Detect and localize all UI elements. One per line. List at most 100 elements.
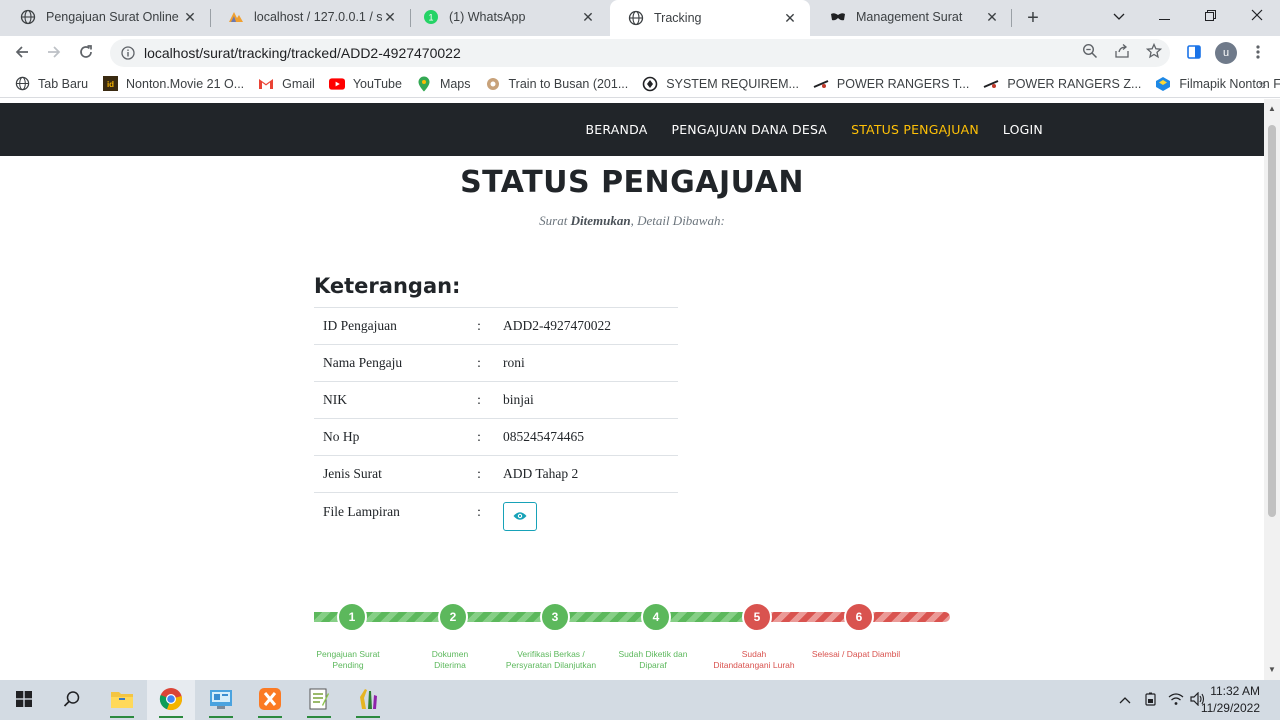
system-icon <box>642 76 658 92</box>
detail-label: Jenis Surat <box>314 455 464 493</box>
bookmark-label: SYSTEM REQUIREM... <box>666 76 799 91</box>
start-button[interactable] <box>0 680 48 720</box>
zoom-icon[interactable] <box>1081 42 1099 60</box>
battery-icon[interactable] <box>1144 692 1158 709</box>
browser-toolbar: localhost/surat/tracking/tracked/ADD2-49… <box>0 36 1280 70</box>
taskbar-sublime[interactable] <box>344 680 392 720</box>
page-title: STATUS PENGAJUAN <box>460 165 804 200</box>
close-tab-icon[interactable]: ✕ <box>984 9 1000 25</box>
nav-beranda[interactable]: BERANDA <box>586 122 648 137</box>
globe-icon <box>14 76 30 92</box>
restore-icon <box>1204 9 1216 24</box>
globe-icon <box>628 10 644 26</box>
search-icon <box>63 690 81 711</box>
tab-phpmyadmin[interactable]: localhost / 127.0.0.1 / sura ✕ <box>210 0 410 34</box>
close-tab-icon[interactable]: ✕ <box>382 9 398 25</box>
bookmark-maps[interactable]: Maps <box>416 76 471 92</box>
tab-title: (1) WhatsApp <box>449 10 526 24</box>
close-tab-icon[interactable]: ✕ <box>182 9 198 25</box>
taskbar-file-explorer[interactable] <box>98 680 146 720</box>
bookmark-power-rangers-z[interactable]: POWER RANGERS Z... <box>983 76 1141 92</box>
taskbar-xampp[interactable] <box>246 680 294 720</box>
detail-separator: : <box>464 344 494 382</box>
scroll-down-icon[interactable]: ▼ <box>1268 666 1276 674</box>
detail-value: ADD Tahap 2 <box>494 455 678 493</box>
taskbar-chrome[interactable] <box>147 680 195 720</box>
tab-search-button[interactable] <box>1096 0 1142 32</box>
close-tab-icon[interactable]: ✕ <box>580 9 596 25</box>
step-label-5: Sudah Ditandatangani Lurah <box>713 649 795 670</box>
search-button[interactable] <box>48 680 96 720</box>
bookmarks-overflow-icon[interactable]: » <box>1258 76 1266 92</box>
maps-icon <box>416 76 432 92</box>
tab-whatsapp[interactable]: 1 (1) WhatsApp ✕ <box>405 0 608 34</box>
view-file-button[interactable] <box>503 502 537 531</box>
tab-tracking[interactable]: Tracking ✕ <box>610 0 810 36</box>
bookmark-label: Maps <box>439 76 471 91</box>
bookmark-star-icon[interactable] <box>1145 42 1163 60</box>
more-vert-icon <box>1256 44 1260 63</box>
forward-button[interactable] <box>40 39 68 67</box>
pencil-app-icon <box>356 687 380 714</box>
detail-value: roni <box>494 344 678 382</box>
info-icon[interactable] <box>118 46 138 60</box>
menu-button[interactable] <box>1245 40 1271 66</box>
bookmark-youtube[interactable]: YouTube <box>328 76 402 92</box>
rangers-icon <box>813 76 829 92</box>
bookmark-tab-baru[interactable]: Tab Baru <box>14 76 88 92</box>
step-circle-2: 2 <box>438 602 468 632</box>
taskbar-notepad-plus[interactable] <box>295 680 343 720</box>
scroll-thumb[interactable] <box>1268 125 1276 517</box>
tab-pengajuan-surat-online[interactable]: Pengajuan Surat Online ✕ <box>2 0 210 34</box>
detail-label: No Hp <box>314 418 464 456</box>
subtitle-suffix: , Detail Dibawah: <box>630 213 725 228</box>
nav-login[interactable]: LOGIN <box>1003 122 1043 137</box>
table-row: ID Pengajuan : ADD2-4927470022 <box>314 307 678 345</box>
avatar: u <box>1215 42 1237 64</box>
back-button[interactable] <box>8 39 36 67</box>
control-panel-icon <box>209 688 233 713</box>
close-tab-icon[interactable]: ✕ <box>782 10 798 26</box>
close-window-button[interactable] <box>1234 0 1280 32</box>
address-bar[interactable]: localhost/surat/tracking/tracked/ADD2-49… <box>110 39 1170 67</box>
tab-management-surat[interactable]: Management Surat ✕ <box>812 0 1012 34</box>
whatsapp-icon: 1 <box>423 9 439 25</box>
reload-icon <box>78 44 94 63</box>
page-subtitle: Surat Ditemukan, Detail Dibawah: <box>0 213 1264 229</box>
bookmark-label: YouTube <box>352 76 402 91</box>
page-scrollbar[interactable]: ▲ ▼ <box>1264 99 1280 680</box>
youtube-icon <box>328 76 345 92</box>
step-circle-3: 3 <box>540 602 570 632</box>
new-tab-button[interactable]: + <box>1020 5 1046 31</box>
restore-button[interactable] <box>1187 0 1233 32</box>
bookmark-train-to-busan[interactable]: Train to Busan (201... <box>485 76 628 92</box>
system-clock[interactable]: 11:32 AM 11/29/2022 <box>1201 683 1260 717</box>
bookmark-system-requirements[interactable]: SYSTEM REQUIREM... <box>642 76 799 92</box>
table-row: Nama Pengaju : roni <box>314 344 678 382</box>
share-icon[interactable] <box>1113 42 1131 60</box>
nav-status-pengajuan[interactable]: STATUS PENGAJUAN <box>851 122 979 137</box>
minimize-icon <box>1158 9 1170 24</box>
clock-date: 11/29/2022 <box>1200 701 1260 715</box>
detail-value: ADD2-4927470022 <box>494 307 678 345</box>
bookmarks-bar: Tab Baru id Nonton.Movie 21 O... Gmail Yo… <box>0 70 1280 98</box>
profile-button[interactable]: u <box>1213 40 1239 66</box>
side-panel-icon <box>1186 44 1202 63</box>
minimize-button[interactable] <box>1141 0 1187 32</box>
bookmark-power-rangers-t[interactable]: POWER RANGERS T... <box>813 76 969 92</box>
bookmark-nonton-movie[interactable]: id Nonton.Movie 21 O... <box>102 76 244 92</box>
step-circle-1: 1 <box>337 602 367 632</box>
scroll-up-icon[interactable]: ▲ <box>1268 105 1276 113</box>
section-heading: Keterangan: <box>314 274 461 298</box>
bookmark-gmail[interactable]: Gmail <box>258 76 315 92</box>
nav-pengajuan-dana-desa[interactable]: PENGAJUAN DANA DESA <box>671 122 827 137</box>
show-hidden-icons[interactable] <box>1119 692 1131 707</box>
reload-button[interactable] <box>72 39 100 67</box>
side-panel-button[interactable] <box>1181 40 1207 66</box>
bookmark-label: Tab Baru <box>38 76 89 91</box>
step-label-1: Pengajuan Surat Pending <box>316 649 380 670</box>
wifi-icon[interactable] <box>1168 692 1184 709</box>
filmapik-icon <box>1155 76 1171 92</box>
taskbar-control-panel[interactable] <box>197 680 245 720</box>
table-row: No Hp : 085245474465 <box>314 418 678 456</box>
